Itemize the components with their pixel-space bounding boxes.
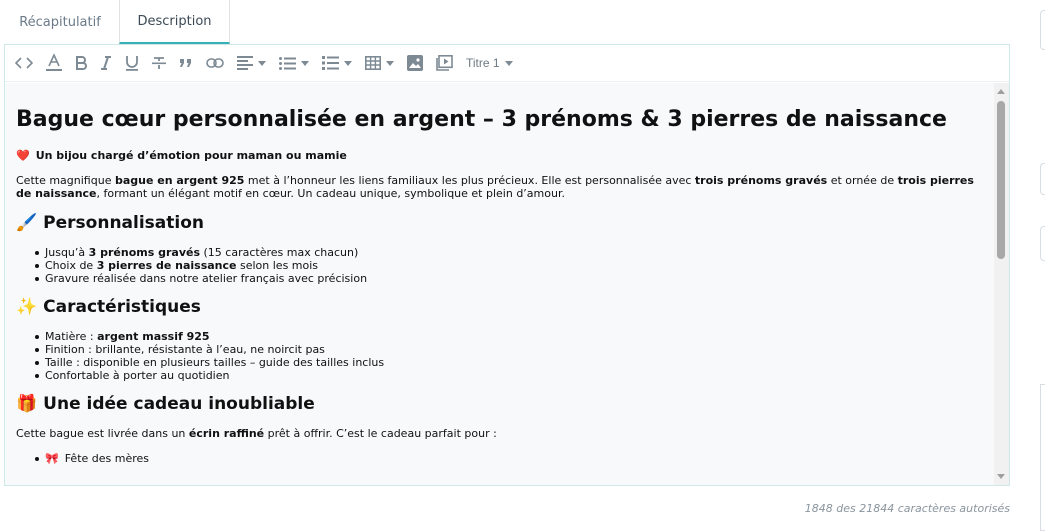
right-panel-field[interactable] [1040,226,1045,261]
right-panel-field[interactable] [1040,10,1045,50]
content-title: Bague cœur personnalisée en argent – 3 p… [16,107,947,132]
heading-select-label: Titre 1 [466,56,500,70]
italic-icon[interactable] [100,51,112,75]
cadeau-list: 🎀 Fête des mères [16,452,983,465]
tab-description[interactable]: Description [119,0,230,44]
underline-icon[interactable] [125,51,139,75]
right-panel-box [1040,384,1045,531]
video-icon[interactable] [436,51,453,75]
chevron-down-icon [258,60,266,66]
list-item: Jusqu’à 3 prénoms gravés (15 caractères … [35,246,983,259]
right-panel-field[interactable] [1040,163,1045,195]
lead-line: ❤️ Un bijou chargé d’émotion pour maman … [16,149,983,162]
link-icon[interactable] [206,51,224,75]
scroll-down-icon[interactable] [997,474,1005,479]
scrollbar-thumb[interactable] [997,101,1005,259]
list-item: Matière : argent massif 925 [35,330,983,343]
intro-paragraph: Cette magnifique bague en argent 925 met… [16,174,974,200]
sparkles-icon: ✨ [16,297,38,317]
list-item: Confortable à porter au quotidien [35,369,983,382]
chevron-down-icon [504,60,513,66]
bullet-list-icon[interactable] [279,51,309,75]
strikethrough-icon[interactable] [152,51,166,75]
lead-text: Un bijou chargé d’émotion pour maman ou … [35,149,347,162]
tab-bar: Récapitulatif Description [0,0,1010,44]
personnalisation-list: Jusqu’à 3 prénoms gravés (15 caractères … [16,246,983,285]
list-item: Gravure réalisée dans notre atelier fran… [35,272,983,285]
section-heading-cadeau: 🎁 Une idée cadeau inoubliable [16,394,315,414]
quote-icon[interactable] [179,51,193,75]
tab-recapitulatif[interactable]: Récapitulatif [0,0,120,44]
bold-icon[interactable] [75,51,87,75]
chevron-down-icon [301,60,309,66]
align-icon[interactable] [237,51,266,75]
caracteristiques-list: Matière : argent massif 925 Finition : b… [16,330,983,382]
code-icon[interactable] [15,51,33,75]
list-item: 🎀 Fête des mères [35,452,983,465]
section-heading-personnalisation: 🖌️ Personnalisation [16,213,204,233]
scroll-up-icon[interactable] [997,89,1005,94]
text-color-icon[interactable] [46,51,62,75]
list-item: Taille : disponible en plusieurs tailles… [35,356,983,369]
editor-scrollbar[interactable] [994,83,1009,485]
section-heading-caracteristiques: ✨ Caractéristiques [16,297,201,317]
table-icon[interactable] [365,51,394,75]
list-item: Finition : brillante, résistante à l’eau… [35,343,983,356]
heading-select[interactable]: Titre 1 [466,51,513,75]
ribbon-icon: 🎀 [45,452,59,465]
heart-icon: ❤️ [16,149,30,162]
chevron-down-icon [344,60,352,66]
editor-content[interactable]: Bague cœur personnalisée en argent – 3 p… [5,83,995,485]
character-counter: 1848 des 21844 caractères autorisés [804,502,1010,515]
editor-toolbar: Titre 1 [5,45,1009,82]
list-item: Choix de 3 pierres de naissance selon le… [35,259,983,272]
cadeau-paragraph: Cette bague est livrée dans un écrin raf… [16,427,497,440]
gift-icon: 🎁 [16,394,38,414]
paintbrush-icon: 🖌️ [16,213,38,233]
chevron-down-icon [386,60,394,66]
numbered-list-icon[interactable] [322,51,352,75]
image-icon[interactable] [407,51,423,75]
rich-text-editor: Titre 1 Bague cœur personnalisée en arge… [4,44,1010,486]
